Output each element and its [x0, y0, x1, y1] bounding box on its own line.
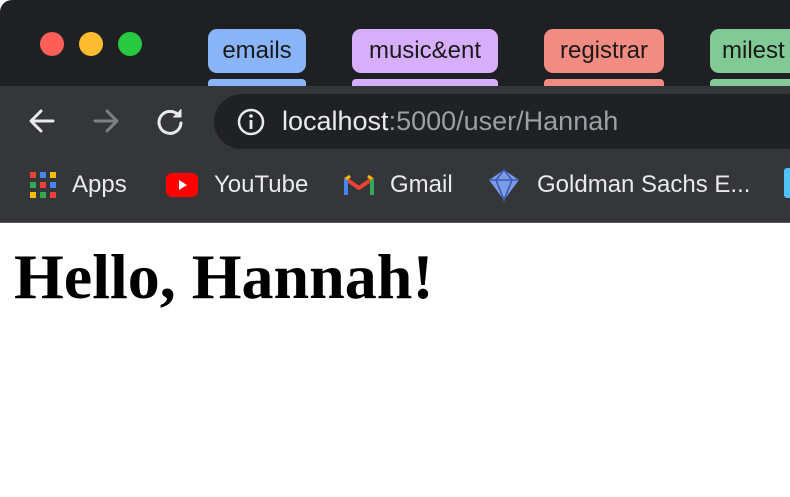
tab-group-milest-underline — [710, 79, 790, 86]
minimize-window-button[interactable] — [79, 32, 103, 56]
arrow-right-icon — [93, 109, 119, 133]
page-content: Hello, Hannah! — [14, 238, 434, 316]
bookmark-gmail[interactable]: Gmail — [344, 156, 453, 214]
bookmark-apps-label: Apps — [72, 171, 127, 198]
tab-group-registrar[interactable]: registrar — [544, 29, 664, 73]
bookmark-goldman-sachs-label: Goldman Sachs E... — [537, 171, 751, 198]
bookmark-goldman-sachs[interactable]: Goldman Sachs E... — [487, 156, 750, 214]
tab-group-emails-underline — [208, 79, 306, 86]
close-window-button[interactable] — [40, 32, 64, 56]
tab-group-music-ent[interactable]: music&ent — [352, 29, 498, 73]
address-bar[interactable]: localhost:5000/user/Hannah — [214, 94, 790, 149]
arrow-left-icon — [29, 109, 55, 133]
bookmark-apps[interactable]: Apps — [30, 156, 127, 214]
apps-grid-icon — [30, 172, 56, 198]
tab-strip: emails music&ent registrar milest — [0, 0, 790, 86]
url-host: localhost — [282, 106, 389, 136]
url-path: :5000/user/Hannah — [388, 106, 619, 136]
tab-group-registrar-underline — [544, 79, 664, 86]
maximize-window-button[interactable] — [118, 32, 142, 56]
info-circle-icon[interactable] — [236, 107, 266, 137]
bookmark-youtube-label: YouTube — [214, 171, 309, 198]
browser-chrome: emails music&ent registrar milest localh… — [0, 0, 790, 223]
forward-button[interactable] — [86, 102, 126, 140]
url-text[interactable]: localhost:5000/user/Hannah — [282, 94, 618, 149]
navigation-toolbar: localhost:5000/user/Hannah — [0, 86, 790, 156]
bookmark-overflow-icon[interactable] — [784, 168, 790, 198]
bookmark-youtube[interactable]: YouTube — [166, 156, 308, 214]
bookmarks-bar: Apps YouTube Gmail Goldman Sachs E... — [0, 156, 790, 223]
tab-group-milest[interactable]: milest — [710, 29, 790, 73]
goldman-sachs-icon — [489, 168, 519, 202]
back-button[interactable] — [22, 102, 62, 140]
youtube-icon — [166, 173, 198, 197]
tab-group-emails[interactable]: emails — [208, 29, 306, 73]
gmail-icon — [344, 174, 374, 195]
reload-icon — [157, 109, 183, 135]
tab-group-music-ent-underline — [352, 79, 498, 86]
page-heading: Hello, Hannah! — [14, 241, 434, 312]
bookmark-gmail-label: Gmail — [390, 171, 453, 198]
reload-button[interactable] — [150, 102, 190, 140]
window-controls — [40, 32, 142, 56]
